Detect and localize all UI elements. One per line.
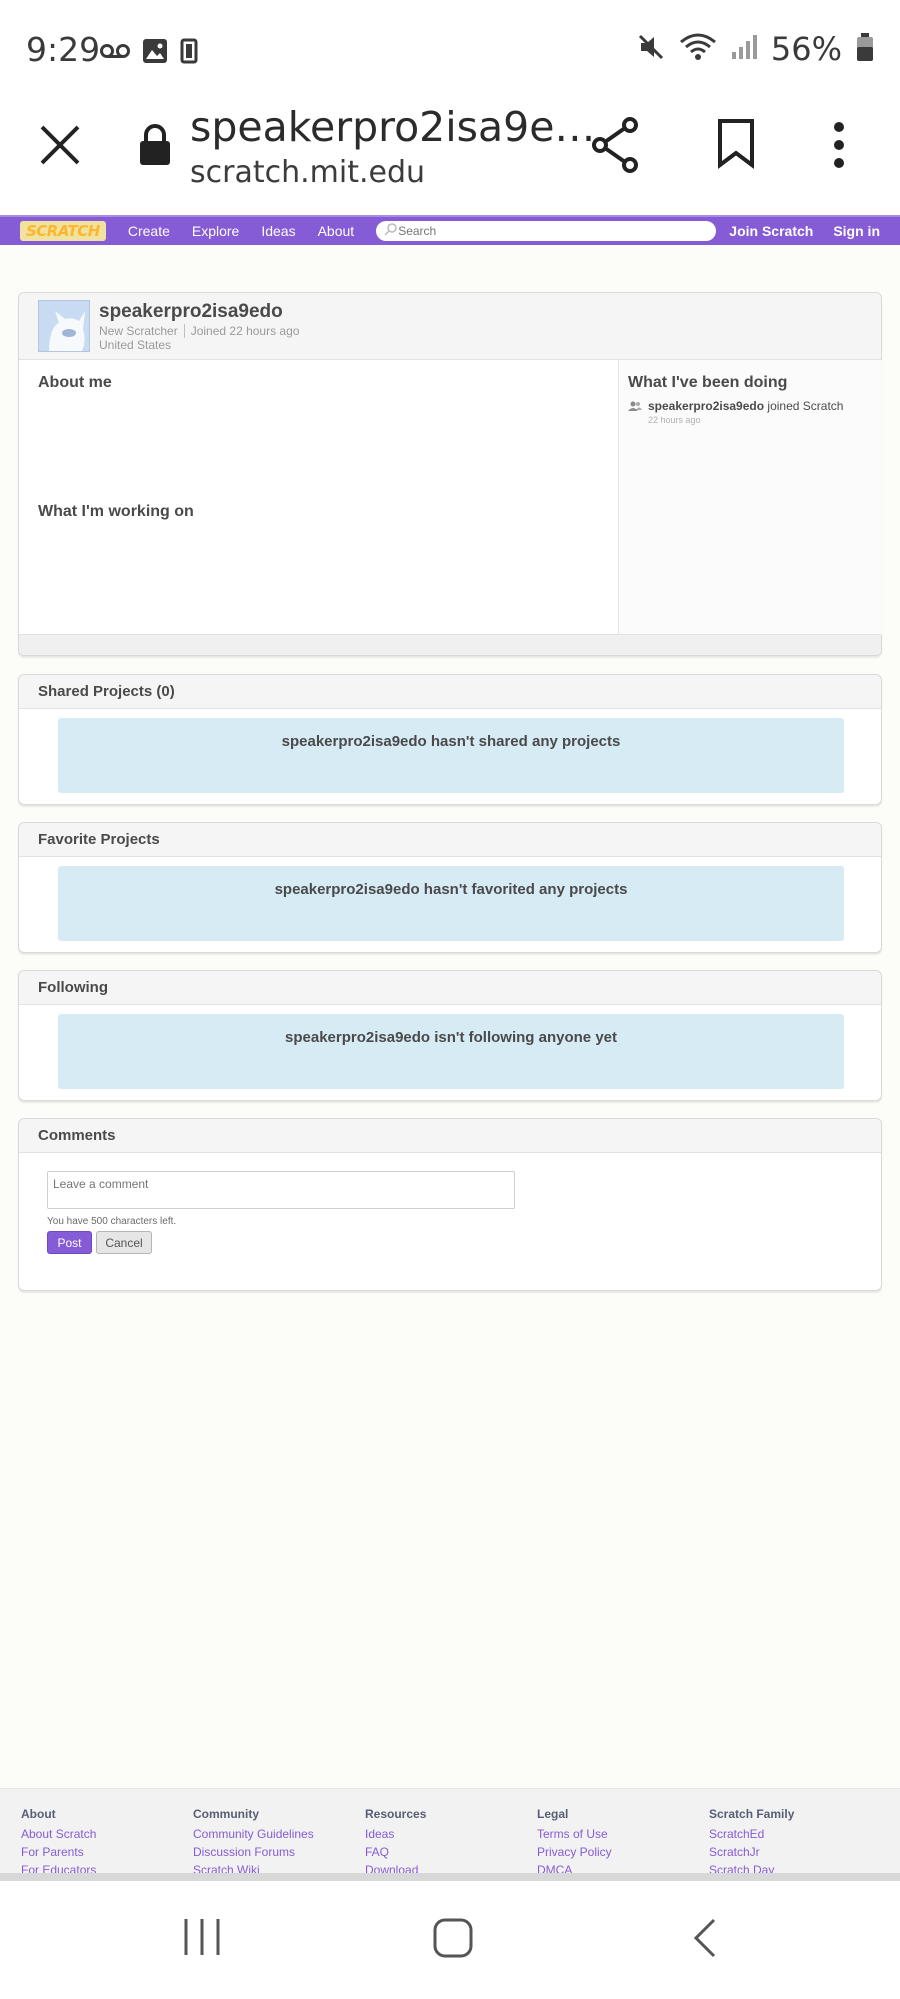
shared-projects-card: Shared Projects (0) speakerpro2isa9edo h…	[18, 674, 882, 805]
profile-username: speakerpro2isa9edo	[99, 301, 283, 322]
gallery-icon	[142, 38, 168, 69]
nav-ideas[interactable]: Ideas	[261, 223, 295, 239]
android-nav-bar	[0, 1881, 900, 1999]
activity-item: speakerpro2isa9edo joined Scratch 22 hou…	[628, 399, 882, 425]
status-right-icons: 56%	[637, 30, 874, 68]
comment-buttons: Post Cancel	[47, 1231, 881, 1254]
url-domain[interactable]: scratch.mit.edu	[190, 155, 425, 190]
working-on-heading: What I'm working on	[38, 503, 194, 520]
scratch-nav-bar: SCRATCH Create Explore Ideas About Join …	[0, 215, 900, 245]
shared-projects-heading[interactable]: Shared Projects (0)	[19, 675, 881, 709]
about-me-heading: About me	[38, 374, 112, 391]
home-icon[interactable]	[432, 1917, 474, 1959]
profile-joined: Joined 22 hours ago	[190, 324, 300, 338]
footer-link[interactable]: ScratchEd	[709, 1827, 879, 1841]
people-icon	[628, 399, 642, 425]
battery-icon	[856, 32, 874, 67]
footer-link[interactable]: Ideas	[365, 1827, 535, 1841]
profile-header: speakerpro2isa9edo New Scratcher Joined 2…	[19, 293, 881, 360]
activity-user[interactable]: speakerpro2isa9edo	[648, 399, 764, 413]
scratch-logo[interactable]: SCRATCH	[20, 221, 106, 241]
battery-percent: 56%	[770, 30, 842, 68]
footer-link[interactable]: Discussion Forums	[193, 1845, 363, 1859]
sign-in-link[interactable]: Sign in	[833, 223, 880, 239]
auth-links: Join Scratch Sign in	[729, 223, 880, 239]
profile-card: speakerpro2isa9edo New Scratcher Joined 2…	[18, 292, 882, 656]
close-tab-icon[interactable]	[38, 123, 82, 167]
phone-storage-icon	[180, 38, 198, 69]
favorite-projects-empty: speakerpro2isa9edo hasn't favorited any …	[58, 866, 844, 941]
search-box	[376, 221, 717, 241]
following-empty: speakerpro2isa9edo isn't following anyon…	[58, 1014, 844, 1089]
activity-heading: What I've been doing	[628, 374, 788, 391]
search-icon	[384, 222, 398, 241]
nav-create[interactable]: Create	[128, 223, 170, 239]
chars-left-text: You have 500 characters left.	[47, 1216, 177, 1227]
avatar[interactable]	[38, 300, 90, 352]
more-menu-icon[interactable]	[832, 121, 846, 169]
nav-explore[interactable]: Explore	[192, 223, 239, 239]
comments-card: Comments You have 500 characters left. P…	[18, 1118, 882, 1291]
following-card: Following speakerpro2isa9edo isn't follo…	[18, 970, 882, 1101]
activity-time: 22 hours ago	[648, 415, 701, 425]
footer-heading: Resources	[365, 1807, 427, 1821]
browser-toolbar: speakerpro2isa9e… scratch.mit.edu	[0, 103, 900, 215]
profile-country: United States	[99, 338, 172, 352]
footer-link[interactable]: Community Guidelines	[193, 1827, 363, 1841]
footer-heading: Legal	[537, 1807, 569, 1821]
comments-heading: Comments	[19, 1119, 881, 1153]
status-bar: 9:29 56%	[0, 0, 900, 103]
footer-col-resources: Resources Ideas FAQ Download	[365, 1807, 535, 1878]
footer-heading: Community	[193, 1807, 259, 1821]
shared-projects-empty: speakerpro2isa9edo hasn't shared any pro…	[58, 718, 844, 793]
search-input[interactable]	[398, 224, 699, 238]
footer-link[interactable]: For Parents	[21, 1845, 191, 1859]
footer-link[interactable]: FAQ	[365, 1845, 535, 1859]
footer-heading: Scratch Family	[709, 1807, 795, 1821]
activity-action: joined Scratch	[767, 399, 844, 413]
footer-link[interactable]: Privacy Policy	[537, 1845, 707, 1859]
cancel-button[interactable]: Cancel	[96, 1231, 152, 1254]
favorite-projects-heading[interactable]: Favorite Projects	[19, 823, 881, 857]
wifi-icon	[679, 32, 717, 67]
comment-input[interactable]	[47, 1171, 515, 1209]
lock-icon	[138, 123, 172, 167]
post-button[interactable]: Post	[47, 1231, 92, 1254]
status-time: 9:29	[26, 30, 101, 69]
footer-col-family: Scratch Family ScratchEd ScratchJr Scrat…	[709, 1807, 879, 1878]
profile-footer-bar	[19, 634, 881, 655]
footer-link[interactable]: About Scratch	[21, 1827, 191, 1841]
site-footer: About About Scratch For Parents For Educ…	[0, 1788, 900, 1878]
footer-heading: About	[21, 1807, 56, 1821]
mute-icon	[637, 33, 665, 66]
footer-col-community: Community Community Guidelines Discussio…	[193, 1807, 363, 1878]
favorite-projects-card: Favorite Projects speakerpro2isa9edo has…	[18, 822, 882, 953]
bookmark-icon[interactable]	[716, 119, 756, 169]
profile-rank: New Scratcher	[99, 324, 178, 338]
signal-icon	[731, 34, 757, 65]
footer-link[interactable]: Terms of Use	[537, 1827, 707, 1841]
profile-meta: New Scratcher Joined 22 hours ago	[99, 324, 299, 338]
status-left-icons	[100, 38, 198, 69]
footer-link[interactable]: ScratchJr	[709, 1845, 879, 1859]
voicemail-icon	[100, 43, 130, 64]
page-title[interactable]: speakerpro2isa9e…	[190, 103, 595, 151]
activity-panel: What I've been doing speakerpro2isa9edo …	[618, 360, 882, 635]
browser-bottom-divider	[0, 1873, 900, 1881]
footer-col-about: About About Scratch For Parents For Educ…	[21, 1807, 191, 1878]
footer-col-legal: Legal Terms of Use Privacy Policy DMCA	[537, 1807, 707, 1878]
recent-apps-icon[interactable]	[182, 1917, 222, 1957]
back-icon[interactable]	[690, 1917, 720, 1959]
following-heading[interactable]: Following	[19, 971, 881, 1005]
profile-bio-panel: About me What I'm working on	[19, 360, 618, 635]
join-scratch-link[interactable]: Join Scratch	[729, 223, 813, 239]
nav-about[interactable]: About	[318, 223, 355, 239]
share-icon[interactable]	[590, 117, 640, 173]
